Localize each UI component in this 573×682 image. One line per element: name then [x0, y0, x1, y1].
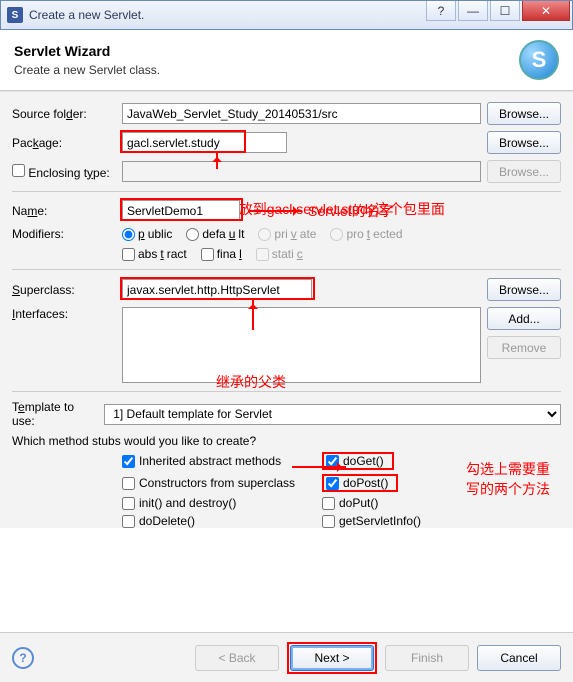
- modifier-private-radio: private: [258, 227, 316, 241]
- superclass-input[interactable]: [122, 279, 312, 300]
- browse-source-button[interactable]: Browse...: [487, 102, 561, 125]
- modifier-protected-radio: protected: [330, 227, 402, 241]
- superclass-label: Superclass:: [12, 283, 116, 297]
- cancel-button[interactable]: Cancel: [477, 645, 561, 671]
- add-interface-button[interactable]: Add...: [487, 307, 561, 330]
- titlebar: S Create a new Servlet. ? — ☐ ✕: [0, 0, 573, 30]
- modifier-public-radio[interactable]: public: [122, 227, 172, 241]
- help-icon[interactable]: ?: [12, 647, 34, 669]
- app-icon: S: [7, 7, 23, 23]
- template-select[interactable]: 1] Default template for Servlet: [104, 404, 561, 425]
- source-folder-input[interactable]: [122, 103, 481, 124]
- constructors-checkbox[interactable]: Constructors from superclass: [122, 474, 322, 492]
- annotation-name: Servlet的名字: [308, 201, 394, 221]
- modifier-abstract-checkbox[interactable]: abstract: [122, 247, 187, 261]
- stubs-question: Which method stubs would you like to cre…: [12, 434, 561, 448]
- wizard-title: Servlet Wizard: [14, 43, 519, 59]
- modifier-default-radio[interactable]: default: [186, 227, 244, 241]
- package-label: Package:: [12, 136, 116, 150]
- back-button: < Back: [195, 645, 279, 671]
- arrow-icon: [248, 210, 302, 212]
- modifiers-label: Modifiers:: [12, 227, 116, 241]
- arrow-icon: [292, 466, 346, 468]
- window-title: Create a new Servlet.: [29, 8, 426, 22]
- wizard-subtitle: Create a new Servlet class.: [14, 63, 519, 77]
- browse-package-button[interactable]: Browse...: [487, 131, 561, 154]
- dodelete-checkbox[interactable]: doDelete(): [122, 514, 322, 528]
- name-label: Name:: [12, 204, 116, 218]
- interfaces-label: Interfaces:: [12, 307, 116, 321]
- finish-button: Finish: [385, 645, 469, 671]
- template-label: Template to use:: [12, 400, 98, 428]
- enclosing-type-checkbox[interactable]: Enclosing type:: [12, 164, 116, 180]
- package-input[interactable]: [122, 132, 287, 153]
- browse-enclosing-button: Browse...: [487, 160, 561, 183]
- dopost-checkbox[interactable]: doPost(): [322, 474, 398, 492]
- browse-superclass-button[interactable]: Browse...: [487, 278, 561, 301]
- footer: ? < Back Next > Finish Cancel: [0, 632, 573, 682]
- modifier-static-checkbox: static: [256, 247, 303, 261]
- minimize-button[interactable]: —: [458, 1, 488, 21]
- help-button[interactable]: ?: [426, 1, 456, 21]
- servlet-icon: S: [519, 40, 559, 80]
- enclosing-type-input: [122, 161, 481, 182]
- wizard-header: Servlet Wizard Create a new Servlet clas…: [0, 30, 573, 91]
- remove-interface-button: Remove: [487, 336, 561, 359]
- modifier-final-checkbox[interactable]: final: [201, 247, 242, 261]
- name-input[interactable]: [122, 200, 240, 221]
- interfaces-list[interactable]: [122, 307, 481, 383]
- source-folder-label: Source folder:: [12, 107, 116, 121]
- close-button[interactable]: ✕: [522, 1, 570, 21]
- doput-checkbox[interactable]: doPut(): [322, 496, 462, 510]
- init-destroy-checkbox[interactable]: init() and destroy(): [122, 496, 322, 510]
- getservletinfo-checkbox[interactable]: getServletInfo(): [322, 514, 462, 528]
- next-button[interactable]: Next >: [290, 645, 374, 671]
- maximize-button[interactable]: ☐: [490, 1, 520, 21]
